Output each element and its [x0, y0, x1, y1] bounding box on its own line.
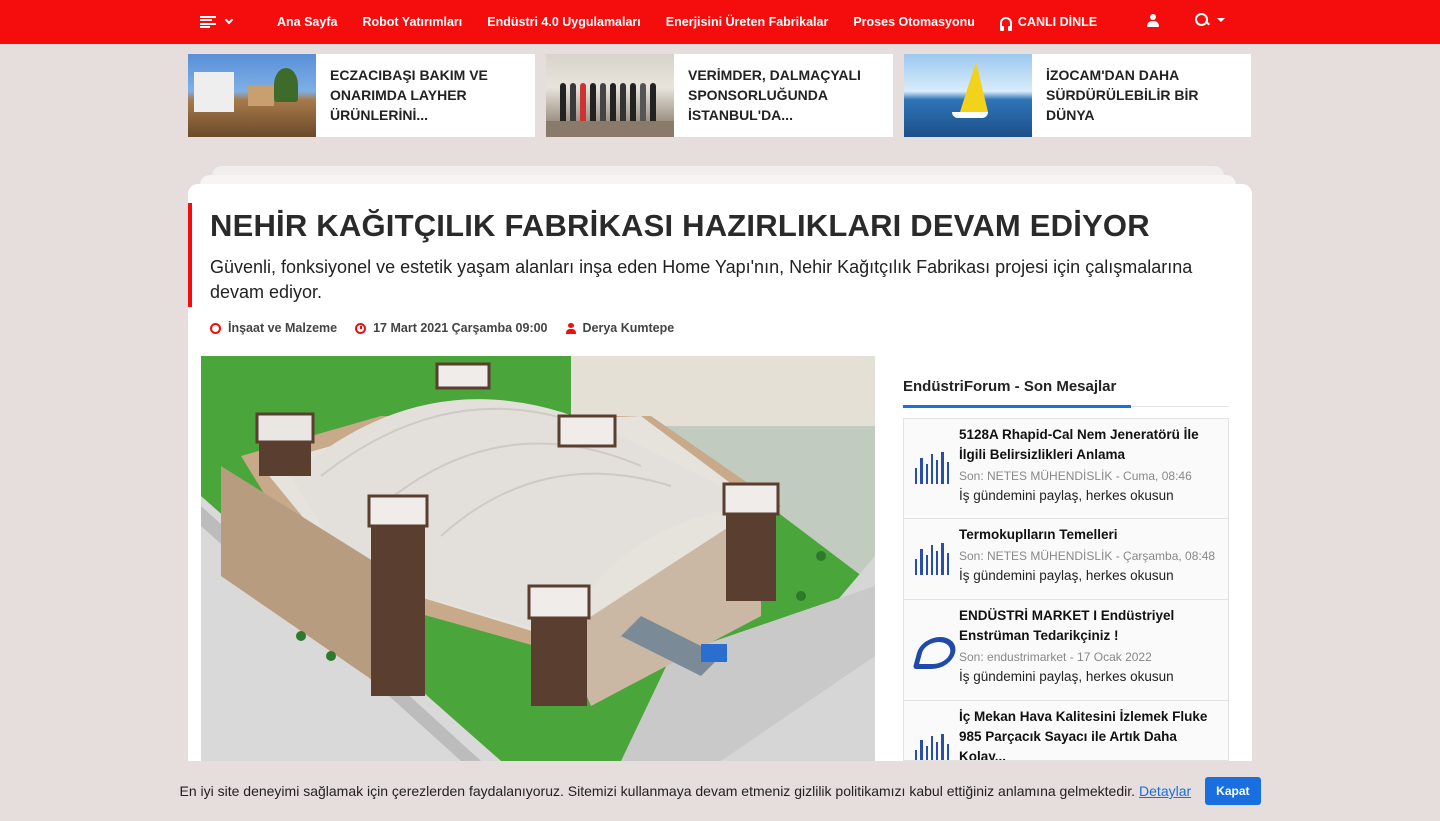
user-icon[interactable] — [1147, 14, 1159, 28]
forum-message-meta: Son: endustrimarket - 17 Ocak 2022 — [959, 650, 1152, 664]
forum-message-title: ENDÜSTRİ MARKET I Endüstriyel Enstrüman … — [959, 608, 1175, 643]
forum-message[interactable]: ENDÜSTRİ MARKET I Endüstriyel Enstrüman … — [903, 600, 1229, 701]
article-date: 17 Mart 2021 Çarşamba 09:00 — [355, 321, 548, 335]
news-thumbnail — [904, 54, 1032, 137]
author-label: Derya Kumtepe — [582, 321, 675, 335]
search-icon — [1195, 13, 1209, 27]
sidebar-title: EndüstriForum - Son Mesajlar — [903, 372, 1229, 408]
netes-logo-icon — [915, 452, 949, 486]
cookie-details-link[interactable]: Detaylar — [1139, 783, 1191, 799]
hamburger-icon — [200, 16, 216, 28]
article-headline: NEHİR KAĞITÇILIK FABRİKASI HAZIRLIKLARI … — [210, 208, 1150, 243]
article-lead: Güvenli, fonksiyonel ve estetik yaşam al… — [210, 257, 1193, 302]
date-label: 17 Mart 2021 Çarşamba 09:00 — [373, 321, 548, 335]
news-card[interactable]: ECZACIBAŞI BAKIM VE ONARIMDA LAYHER ÜRÜN… — [188, 54, 535, 137]
news-thumbnail — [546, 54, 674, 137]
forum-message[interactable]: 5128A Rhapid-Cal Nem Jeneratörü İle İlgi… — [903, 418, 1229, 519]
clock-icon — [355, 322, 367, 334]
netes-logo-icon — [915, 734, 949, 760]
headphones-icon — [999, 16, 1012, 31]
news-card[interactable]: VERİMDER, DALMAÇYALI SPONSORLUĞUNDA İSTA… — [546, 54, 893, 137]
user-icon — [565, 322, 576, 334]
circle-icon — [210, 322, 221, 334]
nav-links: Ana Sayfa Robot Yatırımları Endüstri 4.0… — [277, 0, 1122, 44]
top-navigation: Ana Sayfa Robot Yatırımları Endüstri 4.0… — [0, 0, 1440, 44]
nav-link-industry40[interactable]: Endüstri 4.0 Uygulamaları — [487, 15, 641, 29]
forum-message-title: 5128A Rhapid-Cal Nem Jeneratörü İle İlgi… — [959, 427, 1199, 462]
cookie-banner: En iyi site deneyimi sağlamak için çerez… — [0, 761, 1440, 821]
caret-down-icon — [1217, 18, 1225, 22]
forum-message[interactable]: İç Mekan Hava Kalitesini İzlemek Fluke 9… — [903, 701, 1229, 761]
article-author[interactable]: Derya Kumtepe — [565, 321, 675, 335]
cookie-message: En iyi site deneyimi sağlamak için çerez… — [179, 783, 1136, 799]
category-label: İnşaat ve Malzeme — [228, 321, 338, 335]
live-radio-link[interactable]: CANLI DİNLE — [999, 15, 1098, 31]
forum-message-list: 5128A Rhapid-Cal Nem Jeneratörü İle İlgi… — [903, 418, 1229, 761]
featured-news: ECZACIBAŞI BAKIM VE ONARIMDA LAYHER ÜRÜN… — [188, 54, 1252, 137]
forum-message-desc: İş gündemini paylaş, herkes okusun — [959, 669, 1174, 684]
forum-message-meta: Son: NETES MÜHENDİSLİK - Cuma, 08:46 — [959, 469, 1192, 483]
article-category[interactable]: İnşaat ve Malzeme — [210, 321, 337, 335]
chevron-down-icon — [224, 15, 234, 25]
cookie-close-button[interactable]: Kapat — [1205, 777, 1261, 805]
menu-button[interactable] — [200, 12, 250, 32]
forum-message[interactable]: Termokuplların Temelleri Son: NETES MÜHE… — [903, 519, 1229, 600]
endustrimarket-logo-icon — [915, 633, 949, 667]
headline-accent-bar — [188, 203, 192, 307]
forum-sidebar: EndüstriForum - Son Mesajlar 5128A Rhapi… — [903, 372, 1229, 761]
article-panel: NEHİR KAĞITÇILIK FABRİKASI HAZIRLIKLARI … — [188, 184, 1252, 821]
news-card-title: İZOCAM'DAN DAHA SÜRDÜRÜLEBİLİR BİR DÜNYA — [1046, 67, 1199, 123]
news-card-title: VERİMDER, DALMAÇYALI SPONSORLUĞUNDA İSTA… — [688, 67, 861, 123]
article-image — [201, 356, 875, 761]
news-thumbnail — [188, 54, 316, 137]
news-card[interactable]: İZOCAM'DAN DAHA SÜRDÜRÜLEBİLİR BİR DÜNYA — [904, 54, 1251, 137]
forum-message-desc: İş gündemini paylaş, herkes okusun — [959, 568, 1174, 583]
forum-message-title: İç Mekan Hava Kalitesini İzlemek Fluke 9… — [959, 709, 1208, 761]
article-meta: İnşaat ve Malzeme 17 Mart 2021 Çarşamba … — [210, 321, 692, 335]
nav-link-home[interactable]: Ana Sayfa — [277, 15, 337, 29]
search-button[interactable] — [1195, 13, 1225, 27]
forum-message-title: Termokuplların Temelleri — [959, 527, 1118, 542]
netes-logo-icon — [915, 543, 949, 577]
forum-message-meta: Son: NETES MÜHENDİSLİK - Çarşamba, 08:48 — [959, 549, 1216, 563]
nav-link-energy-factories[interactable]: Enerjisini Üreten Fabrikalar — [666, 15, 829, 29]
live-radio-label: CANLI DİNLE — [1017, 15, 1098, 29]
nav-link-robot[interactable]: Robot Yatırımları — [362, 15, 462, 29]
news-card-title: ECZACIBAŞI BAKIM VE ONARIMDA LAYHER ÜRÜN… — [330, 67, 488, 123]
nav-link-process-automation[interactable]: Proses Otomasyonu — [853, 15, 975, 29]
forum-message-desc: İş gündemini paylaş, herkes okusun — [959, 488, 1174, 503]
